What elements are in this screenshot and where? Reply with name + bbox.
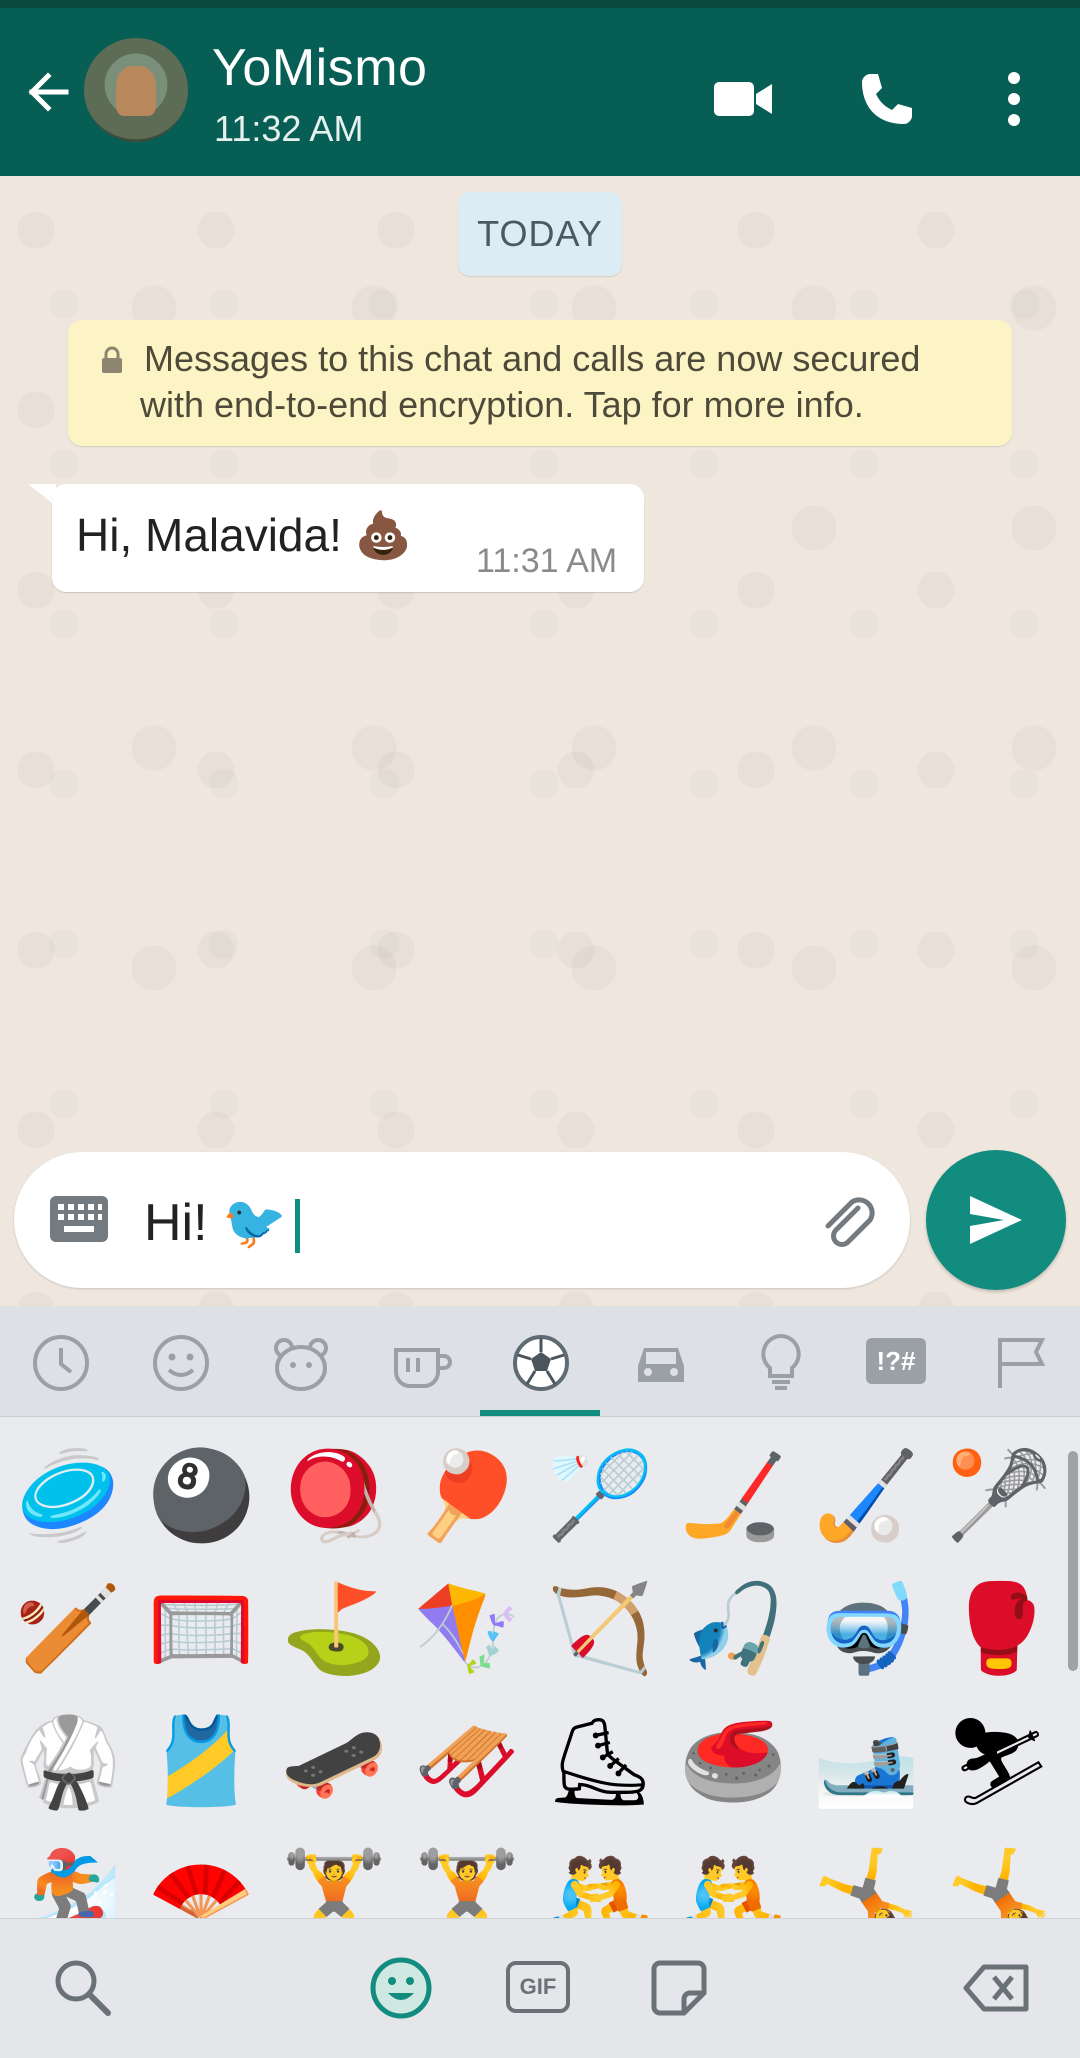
emoji-cell[interactable]: 🏹 — [540, 1569, 660, 1689]
encryption-line-2: with end-to-end encryption. Tap for more… — [140, 384, 864, 425]
recent-icon[interactable] — [26, 1328, 96, 1398]
emoji-cell[interactable]: 🥊 — [939, 1569, 1059, 1689]
message-time: 11:31 AM — [476, 542, 618, 580]
incoming-message[interactable]: Hi, Malavida! 💩 11:31 AM — [52, 484, 644, 592]
emoji-cell[interactable]: 🏏 — [8, 1569, 128, 1689]
emoji-tab-icon[interactable] — [368, 1955, 434, 2021]
emoji-cell[interactable]: 🤿 — [806, 1569, 926, 1689]
emoji-cell[interactable]: ⛷ — [939, 1702, 1059, 1822]
contact-name[interactable]: YoMismo — [212, 38, 427, 98]
emoji-grid: 🥏 🎱 🪀 🏓 🏸 🏒 🏑 🥍 🏏 🥅 ⛳ 🪁 🏹 🎣 🤿 🥊 🥋 🎽 🛹 🛷 ⛸ 🥌 🎿 ⛷ 🏂 🪭 🏋 🏋 🤼 🤼 🤸 🤸 — [0, 1416, 1080, 1966]
send-icon — [970, 1196, 1022, 1244]
emoji-cell[interactable]: 🎿 — [806, 1702, 926, 1822]
emoji-cell[interactable]: ⛸ — [540, 1702, 660, 1822]
attach-icon[interactable] — [814, 1188, 880, 1254]
back-arrow-icon[interactable] — [20, 64, 76, 120]
emoji-scrollbar[interactable] — [1068, 1451, 1078, 1671]
text-caret — [294, 1199, 300, 1254]
more-options-icon[interactable] — [1000, 64, 1028, 134]
message-composer[interactable]: Hi! 🐦 — [14, 1152, 910, 1288]
search-icon[interactable] — [50, 1955, 116, 2021]
food-icon[interactable] — [386, 1328, 456, 1398]
encryption-notice[interactable]: Messages to this chat and calls are now … — [68, 320, 1012, 446]
travel-icon[interactable] — [626, 1328, 696, 1398]
smileys-icon[interactable] — [146, 1328, 216, 1398]
emoji-cell[interactable]: 🥍 — [939, 1436, 1059, 1556]
chat-area[interactable]: TODAY Messages to this chat and calls ar… — [0, 176, 1080, 1306]
emoji-cell[interactable]: 🎱 — [141, 1436, 261, 1556]
activities-icon[interactable] — [506, 1328, 576, 1398]
message-input-text: Hi! 🐦 — [144, 1194, 287, 1252]
emoji-cell[interactable]: 🥌 — [673, 1702, 793, 1822]
chat-header: YoMismo 11:32 AM — [0, 8, 1080, 176]
emoji-cell[interactable]: 🏸 — [540, 1436, 660, 1556]
lock-icon — [102, 346, 122, 373]
send-button[interactable] — [926, 1150, 1066, 1290]
message-text: Hi, Malavida! 💩 — [76, 509, 412, 561]
sticker-icon[interactable] — [646, 1955, 712, 2021]
last-seen-time: 11:32 AM — [214, 108, 364, 149]
keyboard-icon[interactable] — [50, 1196, 108, 1242]
backspace-icon[interactable] — [962, 1955, 1032, 2021]
emoji-cell[interactable]: 🪀 — [274, 1436, 394, 1556]
date-chip: TODAY — [458, 192, 622, 276]
emoji-bottom-bar: GIF — [0, 1918, 1080, 2058]
gif-button[interactable]: GIF — [506, 1961, 570, 2013]
emoji-cell[interactable]: 🥏 — [8, 1436, 128, 1556]
emoji-cell[interactable]: 🥅 — [141, 1569, 261, 1689]
emoji-cell[interactable]: 🏑 — [806, 1436, 926, 1556]
symbols-icon[interactable]: !?# — [866, 1338, 926, 1384]
voice-call-icon[interactable] — [852, 64, 922, 134]
emoji-cell[interactable]: 🥋 — [8, 1702, 128, 1822]
animals-icon[interactable] — [266, 1328, 336, 1398]
emoji-cell[interactable]: 🎣 — [673, 1569, 793, 1689]
status-bar — [0, 0, 1080, 8]
encryption-text: Messages to this chat and calls are now … — [140, 336, 1004, 428]
avatar-dog-image — [116, 66, 156, 116]
encryption-line-1: Messages to this chat and calls are now … — [144, 338, 921, 379]
emoji-cell[interactable]: 🎽 — [141, 1702, 261, 1822]
contact-avatar[interactable] — [84, 38, 188, 142]
emoji-category-tabs: !?# — [0, 1306, 1080, 1417]
emoji-cell[interactable]: ⛳ — [274, 1569, 394, 1689]
objects-icon[interactable] — [746, 1328, 816, 1398]
emoji-cell[interactable]: 🏒 — [673, 1436, 793, 1556]
emoji-cell[interactable]: 🏓 — [407, 1436, 527, 1556]
emoji-cell[interactable]: 🪁 — [407, 1569, 527, 1689]
video-call-icon[interactable] — [708, 64, 778, 134]
emoji-cell[interactable]: 🛷 — [407, 1702, 527, 1822]
emoji-cell[interactable]: 🛹 — [274, 1702, 394, 1822]
message-input[interactable]: Hi! 🐦 — [144, 1192, 300, 1254]
flags-icon[interactable] — [986, 1328, 1056, 1398]
emoji-panel: !?# 🥏 🎱 🪀 🏓 🏸 🏒 🏑 🥍 🏏 🥅 ⛳ 🪁 🏹 🎣 🤿 🥊 🥋 🎽 🛹 🛷 ⛸ 🥌 🎿 ⛷ 🏂 🪭 🏋 🏋 🤼 🤼 🤸 🤸 GIF — [0, 1306, 1080, 2058]
